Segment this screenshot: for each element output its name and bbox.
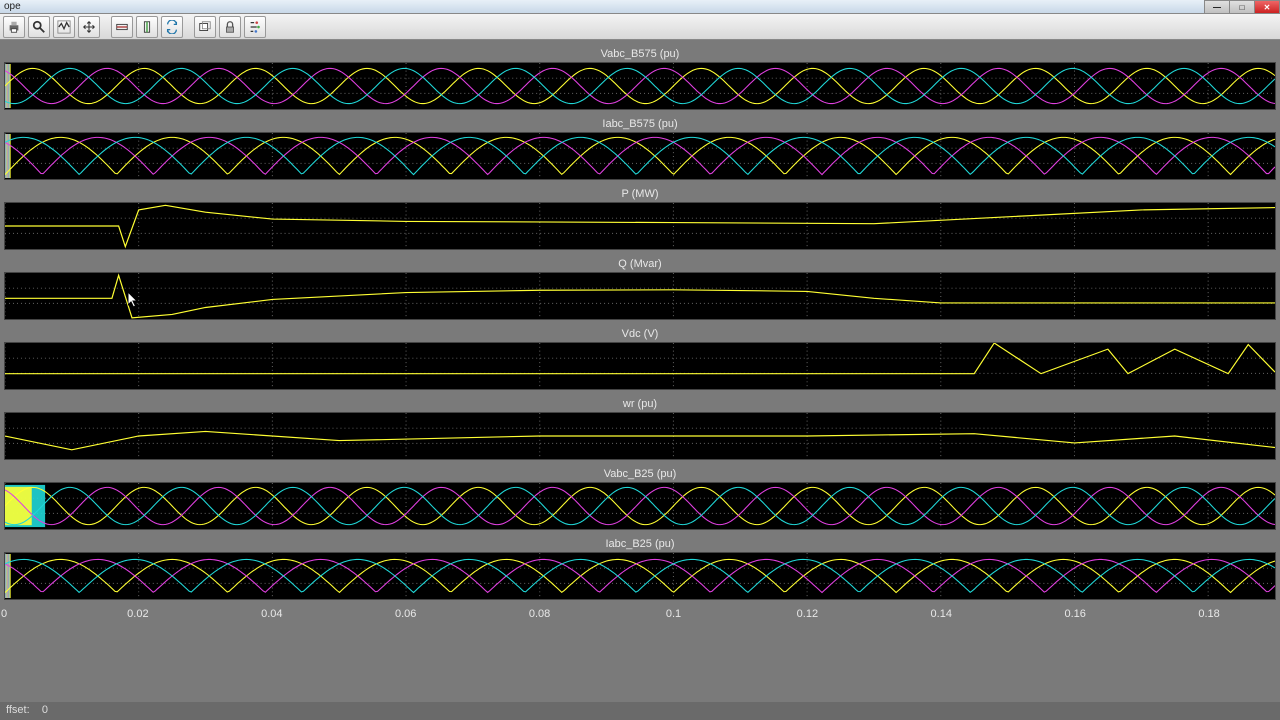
x-tick-label: 0.06 bbox=[395, 608, 416, 620]
plot-title-qmvar: Q (Mvar) bbox=[0, 256, 1280, 272]
x-tick-label: 0.14 bbox=[931, 608, 952, 620]
x-tick-label: 0 bbox=[1, 608, 7, 620]
autoscale-icon[interactable] bbox=[53, 16, 75, 38]
zoom-x-icon[interactable] bbox=[111, 16, 133, 38]
pan-icon[interactable] bbox=[78, 16, 100, 38]
offset-value: 0 bbox=[42, 704, 48, 716]
plot-title-vdc: Vdc (V) bbox=[0, 326, 1280, 342]
lock-icon[interactable] bbox=[219, 16, 241, 38]
status-bar: ffset: 0 bbox=[0, 702, 1280, 720]
x-tick-label: 0.12 bbox=[797, 608, 818, 620]
x-axis-ticks: 0 0.02 0.04 0.06 0.08 0.1 0.12 0.14 0.16 0.18 bbox=[4, 606, 1276, 624]
x-tick-label: 0.18 bbox=[1198, 608, 1219, 620]
maximize-button[interactable]: □ bbox=[1229, 0, 1255, 14]
zoom-icon[interactable] bbox=[28, 16, 50, 38]
offset-label: ffset: bbox=[6, 704, 30, 716]
x-tick-label: 0.04 bbox=[261, 608, 282, 620]
plot-title-iabc25: Iabc_B25 (pu) bbox=[0, 536, 1280, 552]
plot-title-wr: wr (pu) bbox=[0, 396, 1280, 412]
minimize-button[interactable]: — bbox=[1204, 0, 1230, 14]
plot-title-vabc575: Vabc_B575 (pu) bbox=[0, 46, 1280, 62]
plot-axes-pmw[interactable] bbox=[4, 202, 1276, 250]
parameters-icon[interactable] bbox=[244, 16, 266, 38]
x-tick-label: 0.08 bbox=[529, 608, 550, 620]
plot-axes-qmvar[interactable] bbox=[4, 272, 1276, 320]
sync-icon[interactable] bbox=[161, 16, 183, 38]
plot-axes-iabc575[interactable] bbox=[4, 132, 1276, 180]
plot-title-vabc25: Vabc_B25 (pu) bbox=[0, 466, 1280, 482]
close-button[interactable]: ✕ bbox=[1254, 0, 1280, 14]
x-tick-label: 0.16 bbox=[1064, 608, 1085, 620]
plot-title-pmw: P (MW) bbox=[0, 186, 1280, 202]
float-icon[interactable] bbox=[194, 16, 216, 38]
plot-title-iabc575: Iabc_B575 (pu) bbox=[0, 116, 1280, 132]
plot-axes-vabc575[interactable] bbox=[4, 62, 1276, 110]
plot-axes-wr[interactable] bbox=[4, 412, 1276, 460]
scope-area: Vabc_B575 (pu) Iabc_B575 (pu) P (MW) Q (Mva… bbox=[0, 40, 1280, 720]
plot-axes-vabc25[interactable] bbox=[4, 482, 1276, 530]
x-tick-label: 0.02 bbox=[127, 608, 148, 620]
window-title: ope bbox=[4, 1, 21, 12]
window-controls: — □ ✕ bbox=[1205, 0, 1280, 14]
print-icon[interactable] bbox=[3, 16, 25, 38]
titlebar: ope — □ ✕ bbox=[0, 0, 1280, 14]
x-tick-label: 0.1 bbox=[666, 608, 681, 620]
plot-axes-vdc[interactable] bbox=[4, 342, 1276, 390]
toolbar bbox=[0, 14, 1280, 40]
zoom-y-icon[interactable] bbox=[136, 16, 158, 38]
plot-axes-iabc25[interactable] bbox=[4, 552, 1276, 600]
